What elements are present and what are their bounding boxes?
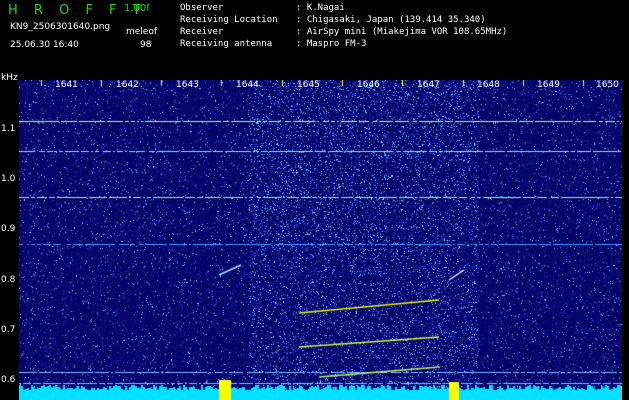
antenna-value: : Maspro FM-3 [296,39,367,49]
receiver-value: : AirSpy mini (Miakejima VOR 108.65MHz) [296,27,508,37]
mode-label: meleof [126,27,158,37]
x-tick-label: 1641 [55,80,78,90]
spectrogram-canvas[interactable] [19,80,622,400]
y-tick-label: 0.9 [1,224,16,234]
x-tick-label: 1642 [116,80,139,90]
y-tick-label: 0.7 [1,325,16,335]
y-tick-label: 0.6 [1,375,16,385]
antenna-key: Receiving antenna [180,39,273,49]
capture-datetime: 25.06.30 16:40 [10,40,79,50]
location-value: : Chigasaki, Japan (139.414 35.340) [296,15,486,25]
x-tick-label: 1643 [176,80,199,90]
x-tick-label: 1650 [596,80,619,90]
x-axis: 1641 1642 1643 1644 1645 1646 1647 1648 … [19,72,629,96]
x-tick-label: 1649 [537,80,560,90]
echo-count: 98 [140,40,152,50]
y-axis-unit: kHz [1,73,18,83]
spectrogram-window: H R O F F T 1.00f KN9_2506301640.png mel… [0,0,629,400]
x-tick-label: 1645 [297,80,320,90]
y-tick-label: 1.0 [1,174,16,184]
x-tick-label: 1648 [477,80,500,90]
app-version: 1.00f [124,3,150,14]
observer-key: Observer [180,3,224,13]
x-tick-label: 1646 [357,80,380,90]
observer-value: : K.Nagai [296,3,345,13]
y-tick-label: 1.1 [1,124,16,134]
file-name: KN9_2506301640.png [10,22,111,32]
receiver-key: Receiver [180,27,224,37]
x-tick-label: 1644 [236,80,259,90]
y-axis: kHz 1.1 1.0 0.9 0.8 0.7 0.6 [0,72,19,400]
x-tick-label: 1647 [417,80,440,90]
header-panel: H R O F F T 1.00f KN9_2506301640.png mel… [0,0,629,72]
location-key: Receiving Location [180,15,278,25]
y-tick-label: 0.8 [1,275,16,285]
